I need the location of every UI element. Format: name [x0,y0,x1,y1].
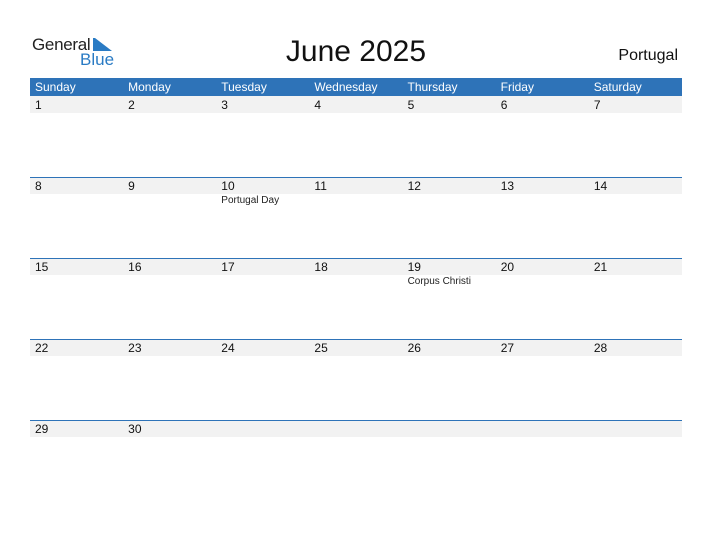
day-cell: 28 [589,339,682,420]
weekday-sunday: Sunday [35,80,76,94]
day-number: 29 [35,422,49,436]
day-number: 4 [314,98,322,112]
day-cell: 17 [216,258,309,339]
weekday-thursday: Thursday [407,80,458,94]
weekday-tuesday: Tuesday [221,80,267,94]
weekday-friday: Friday [500,80,534,94]
day-number: 19 [407,260,421,274]
day-cell: 15 [30,258,123,339]
day-number: 15 [35,260,49,274]
day-number: 22 [35,341,49,355]
week-row: 22 23 24 25 26 27 28 [30,339,682,420]
day-cell: 18 [309,258,402,339]
day-cell: 3 [216,96,309,177]
day-number: 12 [407,179,421,193]
weekday-monday: Monday [128,80,171,94]
day-number: 10 [221,179,235,193]
day-number: 6 [500,98,508,112]
week-row: 29 30 [30,420,682,501]
page-title: June 2025 [285,35,427,68]
day-number: 8 [35,179,42,193]
day-cell: 29 [30,420,123,501]
day-cell: 1 [30,96,123,177]
weekday-wednesday: Wednesday [314,80,378,94]
day-cell: 8 [30,177,123,258]
day-cell: 5 [403,96,496,177]
day-cell: 24 [216,339,309,420]
day-cell: 19 Corpus Christi [403,258,496,339]
day-number: 11 [314,179,327,193]
week-row: 15 16 17 18 19 Corpus Christi 20 21 [30,258,682,339]
day-number: 20 [500,260,515,274]
day-cell: 26 [403,339,496,420]
day-cell: 22 [30,339,123,420]
weekday-saturday: Saturday [593,80,642,94]
day-cell: 2 [123,96,216,177]
day-cell [403,420,496,501]
day-number: 9 [128,179,135,193]
day-number: 16 [128,260,142,274]
day-number: 18 [314,260,328,274]
day-cell: 12 [403,177,496,258]
day-cell: 14 [589,177,682,258]
day-cell [309,420,402,501]
day-number: 7 [593,98,601,112]
day-number: 17 [221,260,235,274]
day-cell: 27 [496,339,589,420]
weekday-header: Sunday Monday Tuesday Wednesday Thursday… [30,78,682,96]
day-number: 21 [593,260,608,274]
day-number: 27 [500,341,515,355]
day-cell: 10 Portugal Day [216,177,309,258]
week-row: 8 9 10 Portugal Day 11 12 13 14 [30,177,682,258]
day-cell: 9 [123,177,216,258]
day-number: 30 [128,422,142,436]
day-cell: 16 [123,258,216,339]
day-number: 3 [221,98,228,112]
day-number: 24 [221,341,235,355]
day-number: 2 [128,98,135,112]
day-cell: 20 [496,258,589,339]
day-number: 23 [128,341,142,355]
day-cell: 7 [589,96,682,177]
day-cell [496,420,589,501]
holiday-label: Corpus Christi [407,276,471,287]
day-number: 26 [407,341,421,355]
day-number: 13 [500,179,515,193]
day-cell [589,420,682,501]
day-number: 14 [593,179,608,193]
day-number: 5 [407,98,415,112]
day-cell: 23 [123,339,216,420]
holiday-label: Portugal Day [221,195,280,206]
day-cell: 11 [309,177,402,258]
day-number: 28 [593,341,608,355]
country-label: Portugal [618,47,678,64]
week-row: 1 2 3 4 5 6 7 [30,96,682,177]
day-number: 25 [314,341,328,355]
day-cell: 21 [589,258,682,339]
day-cell [216,420,309,501]
day-cell: 13 [496,177,589,258]
day-cell: 4 [309,96,402,177]
day-number: 1 [35,98,42,112]
day-cell: 30 [123,420,216,501]
day-cell: 25 [309,339,402,420]
day-cell: 6 [496,96,589,177]
